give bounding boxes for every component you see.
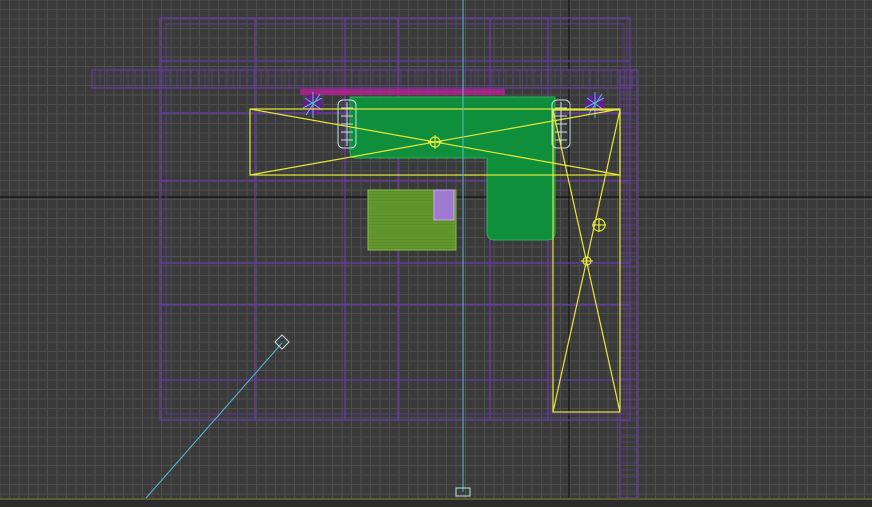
sofa-back-strip [300, 89, 505, 95]
side-table[interactable] [433, 189, 455, 221]
scene-canvas[interactable] [0, 0, 872, 507]
viewport-top[interactable] [0, 0, 872, 507]
